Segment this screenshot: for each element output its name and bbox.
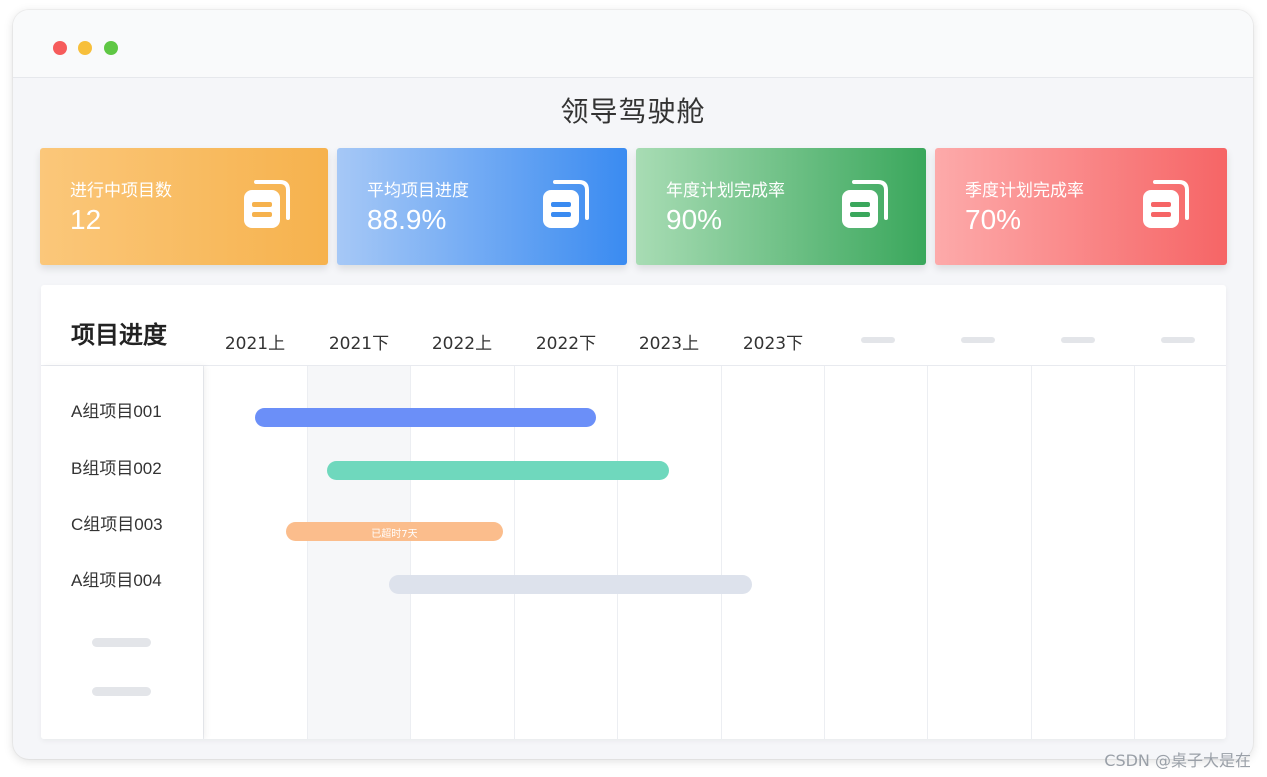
gantt-title: 项目进度 <box>71 321 167 349</box>
project-bar[interactable]: 已超时7天 <box>285 522 504 541</box>
kpi-value: 12 <box>70 204 102 235</box>
project-label[interactable]: A组项目004 <box>71 566 162 591</box>
period-label: 2022下 <box>535 334 597 354</box>
gantt-panel: 项目进度 2021上 2021下 2022上 2022下 2023上 2023下… <box>41 285 1226 739</box>
kpi-label: 进行中项目数 <box>70 181 172 201</box>
grid-line <box>927 366 928 739</box>
documents-icon <box>1143 180 1189 228</box>
period-placeholder <box>1161 337 1195 343</box>
window-titlebar <box>13 10 1253 78</box>
minimize-window-button[interactable] <box>78 41 92 55</box>
period-placeholder <box>861 337 895 343</box>
kpi-value: 88.9% <box>367 204 447 235</box>
grid-line <box>721 366 722 739</box>
kpi-card-quarterly-completion[interactable]: 季度计划完成率 70% <box>935 148 1227 265</box>
overdue-note: 已超时7天 <box>371 529 418 540</box>
grid-line <box>617 366 618 739</box>
documents-icon <box>244 180 290 228</box>
project-bar[interactable] <box>254 408 597 427</box>
page-title: 领导驾驶舱 <box>560 95 706 128</box>
project-label[interactable]: A组项目001 <box>71 397 162 422</box>
project-bar[interactable] <box>389 575 752 594</box>
project-label[interactable]: B组项目002 <box>71 454 162 479</box>
period-placeholder <box>961 337 995 343</box>
period-label: 2021上 <box>224 334 286 354</box>
kpi-card-average-progress[interactable]: 平均项目进度 88.9% <box>337 148 627 265</box>
project-bar[interactable] <box>327 461 669 480</box>
grid-line <box>203 366 204 739</box>
period-label: 2023上 <box>638 334 700 354</box>
period-label: 2021下 <box>328 334 390 354</box>
kpi-value: 70% <box>965 204 1022 235</box>
kpi-label: 年度计划完成率 <box>666 181 785 201</box>
documents-icon <box>543 180 589 228</box>
grid-line <box>824 366 825 739</box>
maximize-window-button[interactable] <box>104 41 118 55</box>
row-placeholder <box>92 687 151 696</box>
grid-line <box>1031 366 1032 739</box>
kpi-label: 平均项目进度 <box>367 181 469 201</box>
period-placeholder <box>1061 337 1095 343</box>
period-label: 2022上 <box>431 334 493 354</box>
documents-icon <box>842 180 888 228</box>
close-window-button[interactable] <box>53 41 67 55</box>
watermark: CSDN @桌子大是在 <box>1104 751 1251 770</box>
period-label: 2023下 <box>742 334 804 354</box>
kpi-label: 季度计划完成率 <box>965 181 1084 201</box>
row-placeholder <box>92 638 151 647</box>
kpi-value: 90% <box>666 204 723 235</box>
kpi-card-active-projects[interactable]: 进行中项目数 12 <box>40 148 328 265</box>
kpi-card-annual-completion[interactable]: 年度计划完成率 90% <box>636 148 926 265</box>
project-label[interactable]: C组项目003 <box>71 510 163 535</box>
app-window: 领导驾驶舱 进行中项目数 12 平均项目进度 88.9% 年度计划完成率 90% <box>13 10 1253 759</box>
grid-line <box>1134 366 1135 739</box>
gantt-header-divider <box>41 365 1226 366</box>
